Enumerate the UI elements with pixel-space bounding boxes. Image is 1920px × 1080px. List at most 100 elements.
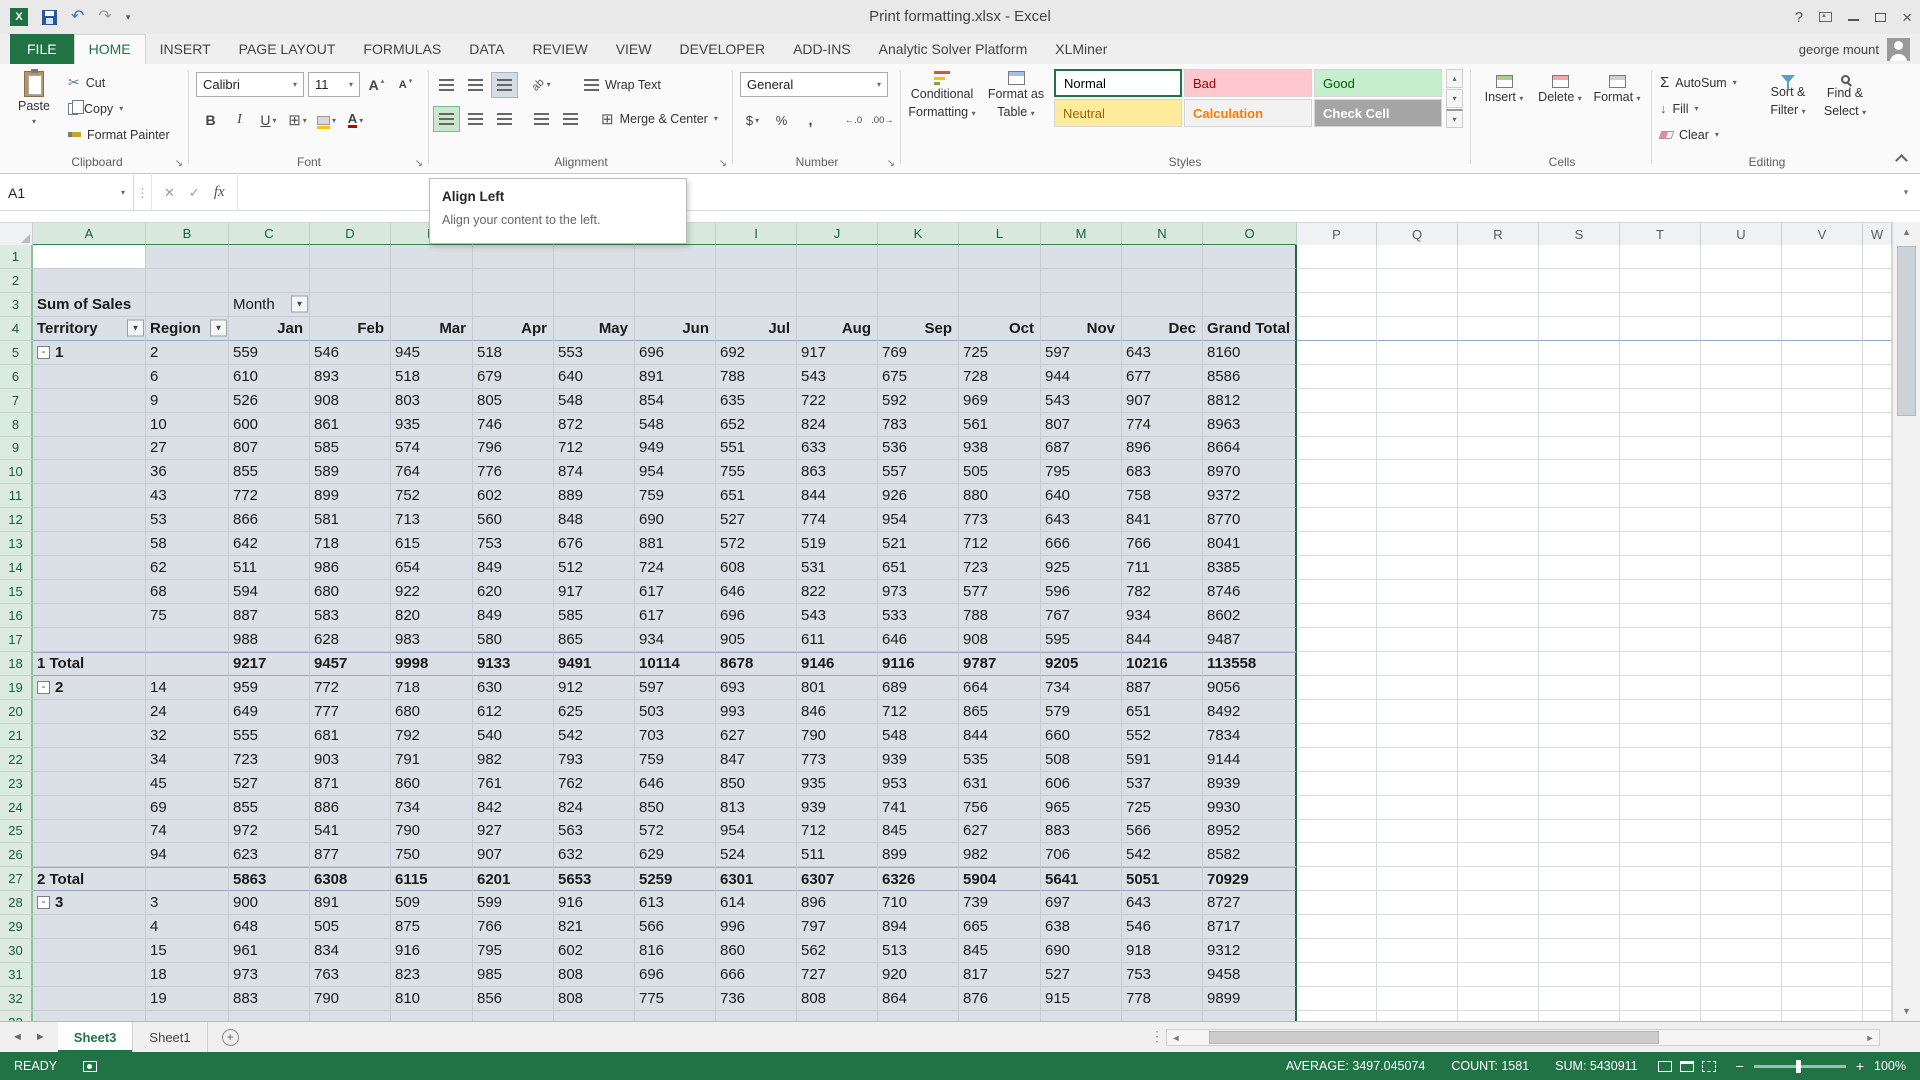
normal-view-button[interactable]: [1658, 1061, 1672, 1072]
row-header-30[interactable]: 30: [0, 939, 33, 963]
cell-G28[interactable]: 916: [554, 891, 635, 915]
cell-G10[interactable]: 874: [554, 460, 635, 484]
cell-R23[interactable]: [1458, 772, 1539, 796]
cell-I4[interactable]: Jul: [716, 317, 797, 341]
cell-G29[interactable]: 821: [554, 915, 635, 939]
cell-R31[interactable]: [1458, 963, 1539, 987]
cell-K9[interactable]: 536: [878, 437, 959, 461]
cell-A27[interactable]: 2 Total: [33, 867, 146, 891]
wrap-text-button[interactable]: Wrap Text: [580, 72, 665, 97]
cell-F14[interactable]: 849: [473, 556, 554, 580]
cell-J10[interactable]: 863: [797, 460, 878, 484]
clipboard-dialog-launcher[interactable]: ↘: [175, 158, 183, 169]
delete-cells-button[interactable]: Delete ▾: [1534, 70, 1586, 106]
cell-J21[interactable]: 790: [797, 724, 878, 748]
cell-L13[interactable]: 712: [959, 532, 1041, 556]
cell-O2[interactable]: [1203, 269, 1297, 293]
cell-J18[interactable]: 9146: [797, 652, 878, 676]
italic-button[interactable]: I: [227, 108, 252, 132]
cell-T1[interactable]: [1620, 245, 1701, 269]
cell-N29[interactable]: 546: [1122, 915, 1203, 939]
cell-L26[interactable]: 982: [959, 843, 1041, 867]
qat-customize-button[interactable]: ▾: [126, 12, 131, 23]
cell-O1[interactable]: [1203, 245, 1297, 269]
cell-T7[interactable]: [1620, 389, 1701, 413]
cell-L19[interactable]: 664: [959, 676, 1041, 700]
cell-J13[interactable]: 519: [797, 532, 878, 556]
cell-T9[interactable]: [1620, 437, 1701, 461]
cell-G15[interactable]: 917: [554, 580, 635, 604]
cell-J6[interactable]: 543: [797, 365, 878, 389]
cell-Q28[interactable]: [1377, 891, 1458, 915]
cell-A20[interactable]: [33, 700, 146, 724]
cell-F25[interactable]: 927: [473, 820, 554, 844]
cell-C2[interactable]: [229, 269, 310, 293]
cell-K19[interactable]: 689: [878, 676, 959, 700]
cell-R33[interactable]: [1458, 1011, 1539, 1021]
cell-C23[interactable]: 527: [229, 772, 310, 796]
add-sheet-button[interactable]: +: [222, 1029, 239, 1046]
cell-K28[interactable]: 710: [878, 891, 959, 915]
cell-O6[interactable]: 8586: [1203, 365, 1297, 389]
page-break-view-button[interactable]: [1702, 1061, 1716, 1072]
style-chip-good[interactable]: Good: [1314, 69, 1442, 97]
cell-H18[interactable]: 10114: [635, 652, 716, 676]
percent-style-button[interactable]: %: [769, 108, 794, 132]
cell-S24[interactable]: [1539, 796, 1620, 820]
cell-H21[interactable]: 703: [635, 724, 716, 748]
cell-T13[interactable]: [1620, 532, 1701, 556]
cell-T31[interactable]: [1620, 963, 1701, 987]
cell-J8[interactable]: 824: [797, 413, 878, 437]
scroll-down-arrow[interactable]: ▼: [1893, 1001, 1920, 1021]
sheet-nav-next[interactable]: ►: [35, 1031, 46, 1043]
cell-Q29[interactable]: [1377, 915, 1458, 939]
cell-L23[interactable]: 631: [959, 772, 1041, 796]
cell-H7[interactable]: 854: [635, 389, 716, 413]
cell-K32[interactable]: 864: [878, 987, 959, 1011]
cell-Q7[interactable]: [1377, 389, 1458, 413]
cell-O9[interactable]: 8664: [1203, 437, 1297, 461]
font-color-button[interactable]: A▾: [343, 108, 368, 132]
cell-B17[interactable]: [146, 628, 229, 652]
cell-W13[interactable]: [1863, 532, 1892, 556]
cell-W18[interactable]: [1863, 652, 1892, 676]
cell-A7[interactable]: [33, 389, 146, 413]
cell-T11[interactable]: [1620, 484, 1701, 508]
cell-O5[interactable]: 8160: [1203, 341, 1297, 365]
cell-W21[interactable]: [1863, 724, 1892, 748]
cell-I5[interactable]: 692: [716, 341, 797, 365]
cell-B11[interactable]: 43: [146, 484, 229, 508]
cell-N32[interactable]: 778: [1122, 987, 1203, 1011]
cell-C11[interactable]: 772: [229, 484, 310, 508]
cell-T14[interactable]: [1620, 556, 1701, 580]
cell-L28[interactable]: 739: [959, 891, 1041, 915]
cell-G27[interactable]: 5653: [554, 867, 635, 891]
cell-Q8[interactable]: [1377, 413, 1458, 437]
cell-G7[interactable]: 548: [554, 389, 635, 413]
cell-R8[interactable]: [1458, 413, 1539, 437]
cell-D3[interactable]: [310, 293, 391, 317]
cell-N27[interactable]: 5051: [1122, 867, 1203, 891]
cell-P15[interactable]: [1297, 580, 1377, 604]
cell-R14[interactable]: [1458, 556, 1539, 580]
cell-K18[interactable]: 9116: [878, 652, 959, 676]
cell-G8[interactable]: 872: [554, 413, 635, 437]
cell-Q19[interactable]: [1377, 676, 1458, 700]
cell-A5[interactable]: -1: [33, 341, 146, 365]
cell-F26[interactable]: 907: [473, 843, 554, 867]
scroll-right-arrow[interactable]: ►: [1861, 1033, 1879, 1043]
column-header-C[interactable]: C: [229, 223, 310, 246]
cell-R19[interactable]: [1458, 676, 1539, 700]
cell-L12[interactable]: 773: [959, 508, 1041, 532]
cell-N31[interactable]: 753: [1122, 963, 1203, 987]
cell-S4[interactable]: [1539, 317, 1620, 341]
cell-L17[interactable]: 908: [959, 628, 1041, 652]
cell-I20[interactable]: 993: [716, 700, 797, 724]
cell-D25[interactable]: 541: [310, 820, 391, 844]
cell-N4[interactable]: Dec: [1122, 317, 1203, 341]
cell-J11[interactable]: 844: [797, 484, 878, 508]
row-header-27[interactable]: 27: [0, 867, 33, 891]
cell-P7[interactable]: [1297, 389, 1377, 413]
cell-G20[interactable]: 625: [554, 700, 635, 724]
underline-button[interactable]: U▾: [256, 108, 281, 132]
